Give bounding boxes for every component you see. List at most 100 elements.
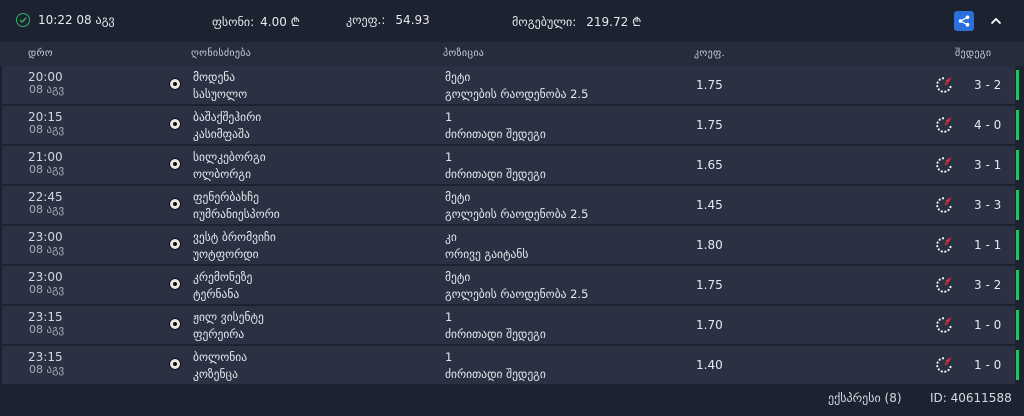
away-team: ფერეირა	[193, 327, 245, 341]
col-result: შედეგი	[955, 48, 992, 59]
home-team: ჟილ ვისენტე	[193, 310, 264, 324]
selection-odds: 1.80	[696, 238, 723, 252]
col-event: ღონისძიება	[191, 48, 252, 59]
match-score: 1 - 1	[974, 238, 1002, 252]
stopwatch-icon	[936, 357, 952, 373]
selection-market: ძირითადი შედეგი	[445, 127, 546, 141]
win-indicator	[1016, 70, 1019, 100]
win-label: მოგებული:	[512, 14, 577, 29]
selection-outcome: კი	[445, 230, 457, 244]
win-indicator	[1016, 110, 1019, 140]
selection-odds: 1.40	[696, 358, 723, 372]
match-date: 08 აგვ	[29, 163, 65, 176]
stopwatch-icon	[936, 77, 952, 93]
away-team: უოტფორდი	[193, 247, 259, 261]
selection-outcome: მეტი	[445, 270, 471, 284]
table-row[interactable]: 23:00 08 აგვ კრემონეზე ტერნანა მეტი გოლების რ…	[2, 266, 1019, 304]
bet-id: ID: 40611588	[930, 391, 1012, 405]
home-team: კრემონეზე	[193, 270, 253, 284]
win-indicator	[1016, 350, 1019, 380]
win-indicator	[1016, 270, 1019, 300]
stopwatch-icon	[936, 157, 952, 173]
match-score: 3 - 1	[974, 158, 1002, 172]
selection-odds: 1.70	[696, 318, 723, 332]
selection-market: გოლების რაოდენობა 2.5	[445, 207, 589, 221]
column-headers: დრო ღონისძიება პოზიცია კოეფ. შედეგი	[0, 42, 1024, 66]
table-row[interactable]: 23:00 08 აგვ ვესტ ბრომვიჩი უოტფორდი კი ორივე …	[2, 226, 1019, 264]
selection-market: ძირითადი შედეგი	[445, 167, 546, 181]
table-row[interactable]: 22:45 08 აგვ ფენერბახჩე იუმრანიესპორი მეტი გო…	[2, 186, 1019, 224]
match-score: 3 - 2	[974, 278, 1002, 292]
stake-stat: ფსონი: 4.00 ₾	[212, 13, 300, 30]
away-team: ტერნანა	[193, 287, 240, 301]
soccer-ball-icon	[169, 198, 181, 210]
odds-value: 54.93	[395, 13, 430, 27]
stopwatch-icon	[936, 277, 952, 293]
away-team: კასიმფაშა	[193, 127, 250, 141]
stopwatch-icon	[936, 317, 952, 333]
selection-outcome: 1	[445, 310, 453, 324]
col-position: პოზიცია	[443, 48, 485, 59]
table-row[interactable]: 20:00 08 აგვ მოდენა სასუოლო მეტი გოლების რაოდ…	[2, 66, 1019, 104]
stake-label: ფსონი:	[212, 14, 255, 29]
chevron-up-icon	[990, 17, 1002, 25]
selection-odds: 1.75	[696, 278, 723, 292]
soccer-ball-icon	[169, 158, 181, 170]
away-team: იუმრანიესპორი	[193, 207, 280, 221]
selection-outcome: 1	[445, 150, 453, 164]
home-team: მოდენა	[193, 70, 236, 84]
selection-market: ძირითადი შედეგი	[445, 367, 546, 381]
match-score: 1 - 0	[974, 358, 1002, 372]
home-team: ბაშაქშეჰირი	[193, 110, 262, 124]
soccer-ball-icon	[169, 318, 181, 330]
match-date: 08 აგვ	[29, 123, 65, 136]
stake-value: 4.00 ₾	[260, 15, 300, 29]
soccer-ball-icon	[169, 358, 181, 370]
match-score: 3 - 2	[974, 78, 1002, 92]
match-date: 08 აგვ	[29, 203, 65, 216]
selection-odds: 1.65	[696, 158, 723, 172]
odds-stat: კოეფ.: 54.93	[346, 13, 430, 27]
selection-outcome: მეტი	[445, 190, 471, 204]
selection-odds: 1.45	[696, 198, 723, 212]
express-label: ექსპრესი (8)	[828, 391, 902, 405]
share-icon	[958, 15, 970, 27]
col-odds: კოეფ.	[694, 48, 725, 59]
match-score: 4 - 0	[974, 118, 1002, 132]
bet-footer: ექსპრესი (8) ID: 40611588	[0, 386, 1024, 416]
home-team: ვესტ ბრომვიჩი	[193, 230, 276, 244]
match-date: 08 აგვ	[29, 243, 65, 256]
soccer-ball-icon	[169, 238, 181, 250]
stopwatch-icon	[936, 117, 952, 133]
table-row[interactable]: 20:15 08 აგვ ბაშაქშეჰირი კასიმფაშა 1 ძირითადი…	[2, 106, 1019, 144]
selection-odds: 1.75	[696, 78, 723, 92]
home-team: სილკებორგი	[193, 150, 266, 164]
match-date: 08 აგვ	[29, 363, 65, 376]
away-team: ოლბორგი	[193, 167, 252, 181]
home-team: ფენერბახჩე	[193, 190, 259, 204]
match-score: 3 - 3	[974, 198, 1002, 212]
check-circle-icon	[16, 13, 30, 27]
soccer-ball-icon	[169, 78, 181, 90]
stopwatch-icon	[936, 237, 952, 253]
win-indicator	[1016, 150, 1019, 180]
selection-odds: 1.75	[696, 118, 723, 132]
match-date: 08 აგვ	[29, 323, 65, 336]
odds-label: კოეფ.:	[346, 13, 386, 27]
table-row[interactable]: 23:15 08 აგვ ბოლონია კოზენცა 1 ძირითადი შედეგ…	[2, 346, 1019, 384]
share-button[interactable]	[954, 11, 974, 31]
selection-outcome: მეტი	[445, 70, 471, 84]
table-row[interactable]: 21:00 08 აგვ სილკებორგი ოლბორგი 1 ძირითადი შე…	[2, 146, 1019, 184]
soccer-ball-icon	[169, 118, 181, 130]
collapse-button[interactable]	[986, 11, 1006, 31]
away-team: კოზენცა	[193, 367, 238, 381]
table-row[interactable]: 23:15 08 აგვ ჟილ ვისენტე ფერეირა 1 ძირითადი შ…	[2, 306, 1019, 344]
win-indicator	[1016, 230, 1019, 260]
home-team: ბოლონია	[193, 350, 248, 364]
selection-market: ძირითადი შედეგი	[445, 327, 546, 341]
selection-outcome: 1	[445, 110, 453, 124]
selection-outcome: 1	[445, 350, 453, 364]
match-score: 1 - 0	[974, 318, 1002, 332]
win-indicator	[1016, 310, 1019, 340]
col-time: დრო	[28, 48, 53, 59]
